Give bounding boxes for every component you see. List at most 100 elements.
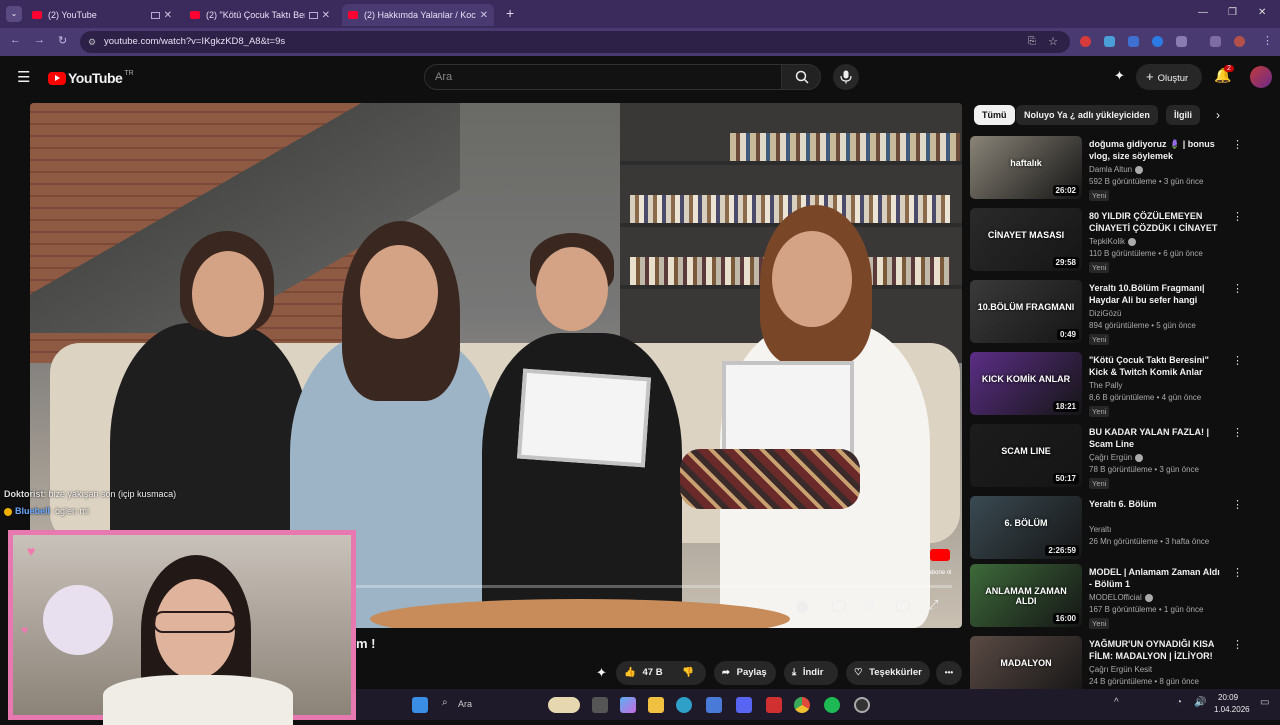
- search-input[interactable]: Ara: [424, 64, 782, 90]
- video-title[interactable]: Yeraltı 10.Bölüm Fragmanı| Haydar Ali bu…: [1089, 282, 1223, 306]
- video-title[interactable]: "Kötü Çocuk Taktı Beresini" Kick & Twitc…: [1089, 354, 1223, 378]
- volume-icon[interactable]: 🔊: [1194, 697, 1206, 708]
- thanks-button[interactable]: ♡ Teşekkürler: [846, 661, 930, 685]
- back-icon[interactable]: ←: [10, 34, 21, 46]
- search-button[interactable]: [781, 64, 821, 90]
- bookmark-star-icon[interactable]: ☆: [1048, 31, 1058, 53]
- video-title[interactable]: BU KADAR YALAN FAZLA! | Scam Line: [1089, 426, 1223, 450]
- video-thumbnail[interactable]: 10.BÖLÜM FRAGMANI 0:49: [970, 280, 1082, 343]
- file-explorer-icon[interactable]: [648, 697, 664, 713]
- discord-icon[interactable]: [736, 697, 752, 713]
- close-window-button[interactable]: ✕: [1258, 7, 1266, 18]
- channel-name[interactable]: DiziGözü: [1089, 309, 1121, 318]
- more-options-icon[interactable]: ⋮: [1232, 210, 1243, 223]
- task-view-icon[interactable]: [592, 697, 608, 713]
- recommendation-item[interactable]: 10.BÖLÜM FRAGMANI 0:49 Yeraltı 10.Bölüm Fr…: [970, 280, 1270, 348]
- browser-tab-1[interactable]: (2) YouTube ✕: [26, 4, 178, 26]
- clock-date[interactable]: 1.04.2026: [1214, 705, 1250, 714]
- minimize-button[interactable]: —: [1198, 7, 1208, 18]
- share-button[interactable]: ➦ Paylaş: [714, 661, 776, 685]
- extension-icon-3[interactable]: [1128, 36, 1139, 47]
- forward-icon[interactable]: →: [34, 34, 45, 46]
- channel-name[interactable]: The Pally: [1089, 381, 1122, 390]
- store-icon[interactable]: [706, 697, 722, 713]
- install-app-icon[interactable]: ⎘: [1028, 31, 1036, 53]
- sparkle-icon[interactable]: ✦: [1114, 68, 1125, 84]
- browser-tab-2[interactable]: (2) "Kötü Çocuk Taktı Beresi ✕: [184, 4, 336, 26]
- chip-related[interactable]: İlgili: [1166, 105, 1200, 125]
- more-actions-button[interactable]: •••: [936, 661, 962, 685]
- more-options-icon[interactable]: ⋮: [1232, 566, 1243, 579]
- subtitles-icon[interactable]: [832, 601, 846, 612]
- profile-avatar-icon[interactable]: [1234, 36, 1245, 47]
- close-tab-icon[interactable]: ✕: [480, 10, 488, 21]
- dislike-button[interactable]: 👎: [682, 661, 694, 685]
- site-info-icon[interactable]: ⚙: [88, 31, 96, 53]
- chip-all[interactable]: Tümü: [974, 105, 1015, 125]
- channel-name[interactable]: Çağrı Ergün Kesit: [1089, 665, 1152, 674]
- tray-chevron-icon[interactable]: ^: [1114, 697, 1119, 708]
- settings-gear-icon[interactable]: ⚙: [864, 597, 877, 614]
- pause-icon[interactable]: [796, 601, 808, 613]
- taskbar-widget-icon[interactable]: [548, 697, 580, 713]
- notification-center-icon[interactable]: ▭: [1260, 697, 1269, 708]
- recommendation-item[interactable]: haftalık 26:02 doğuma gidiyoruz 🪻 | bonus …: [970, 136, 1270, 204]
- reading-list-icon[interactable]: [1210, 36, 1221, 47]
- close-tab-icon[interactable]: ✕: [322, 10, 330, 21]
- video-thumbnail[interactable]: ANLAMAM ZAMAN ALDI 16:00: [970, 564, 1082, 627]
- extension-icon-4[interactable]: [1152, 36, 1163, 47]
- network-icon[interactable]: ◔: [1176, 697, 1182, 708]
- obs-icon[interactable]: [854, 697, 870, 713]
- video-title[interactable]: 80 YILDIR ÇÖZÜLEMEYEN CİNAYETİ ÇÖZDÜK I …: [1089, 210, 1223, 234]
- channel-name[interactable]: Yeraltı: [1089, 525, 1111, 534]
- app-red-icon[interactable]: [766, 697, 782, 713]
- account-avatar[interactable]: [1250, 66, 1272, 88]
- browser-menu-icon[interactable]: ⋮: [1262, 34, 1273, 47]
- spotify-icon[interactable]: [824, 697, 840, 713]
- fullscreen-icon[interactable]: ⤢: [928, 597, 938, 613]
- channel-name[interactable]: Damla Altun: [1089, 165, 1144, 174]
- clock-time[interactable]: 20:09: [1218, 693, 1238, 702]
- subscribe-watermark[interactable]: abone ol: [928, 549, 952, 576]
- windows-start-icon[interactable]: [412, 697, 428, 713]
- more-options-icon[interactable]: ⋮: [1232, 426, 1243, 439]
- more-options-icon[interactable]: ⋮: [1232, 138, 1243, 151]
- recommendation-item[interactable]: ANLAMAM ZAMAN ALDI 16:00 MODEL | Anlamam Z…: [970, 564, 1270, 632]
- channel-name[interactable]: TepkiKolik: [1089, 237, 1137, 246]
- chrome-icon[interactable]: [794, 697, 810, 713]
- video-thumbnail[interactable]: KICK KOMİK ANLAR 18:21: [970, 352, 1082, 415]
- taskbar-search-input[interactable]: Ara: [458, 699, 472, 709]
- reload-icon[interactable]: ↻: [58, 34, 67, 47]
- voice-search-button[interactable]: [833, 64, 859, 90]
- chip-uploader[interactable]: Noluyo Ya ¿ adlı yükleyiciden: [1016, 105, 1158, 125]
- more-options-icon[interactable]: ⋮: [1232, 498, 1243, 511]
- sparkle-ask-icon[interactable]: ✦: [596, 665, 607, 681]
- chevron-right-icon[interactable]: ›: [1216, 108, 1220, 122]
- recommendation-item[interactable]: CİNAYET MASASI 29:58 80 YILDIR ÇÖZÜLEMEYEN…: [970, 208, 1270, 276]
- video-title[interactable]: MODEL | Anlamam Zaman Aldı - Bölüm 1: [1089, 566, 1223, 590]
- video-thumbnail[interactable]: 6. BÖLÜM 2:26:59: [970, 496, 1082, 559]
- recommendation-item[interactable]: SCAM LINE 50:17 BU KADAR YALAN FAZLA! | Sc…: [970, 424, 1270, 492]
- youtube-logo[interactable]: YouTube TR: [48, 70, 134, 86]
- video-title[interactable]: doğuma gidiyoruz 🪻 | bonus vlog, size sö…: [1089, 138, 1223, 162]
- recommendation-item[interactable]: 6. BÖLÜM 2:26:59 Yeraltı 6. Bölüm Yeraltı 26…: [970, 496, 1270, 564]
- video-title[interactable]: YAĞMUR'UN OYNADIĞI KISA FİLM: MADALYON |…: [1089, 638, 1223, 662]
- extension-icon-1[interactable]: [1080, 36, 1091, 47]
- browser-tab-3[interactable]: (2) Hakkımda Yalanlar / Kocam ✕: [342, 4, 494, 26]
- extensions-puzzle-icon[interactable]: [1176, 36, 1187, 47]
- video-title[interactable]: Yeraltı 6. Bölüm: [1089, 498, 1223, 510]
- video-thumbnail[interactable]: CİNAYET MASASI 29:58: [970, 208, 1082, 271]
- channel-name[interactable]: Çağrı Ergün: [1089, 453, 1144, 462]
- miniplayer-icon[interactable]: [896, 601, 910, 612]
- create-button[interactable]: + Oluştur: [1136, 64, 1202, 90]
- video-thumbnail[interactable]: SCAM LINE 50:17: [970, 424, 1082, 487]
- edge-icon[interactable]: [676, 697, 692, 713]
- close-tab-icon[interactable]: ✕: [164, 10, 172, 21]
- maximize-button[interactable]: ❐: [1228, 7, 1237, 18]
- tab-list-icon[interactable]: ⌄: [6, 6, 22, 22]
- download-button[interactable]: ⤓ İndir: [784, 661, 838, 685]
- new-tab-button[interactable]: +: [506, 5, 514, 21]
- more-options-icon[interactable]: ⋮: [1232, 282, 1243, 295]
- video-thumbnail[interactable]: haftalık 26:02: [970, 136, 1082, 199]
- more-options-icon[interactable]: ⋮: [1232, 638, 1243, 651]
